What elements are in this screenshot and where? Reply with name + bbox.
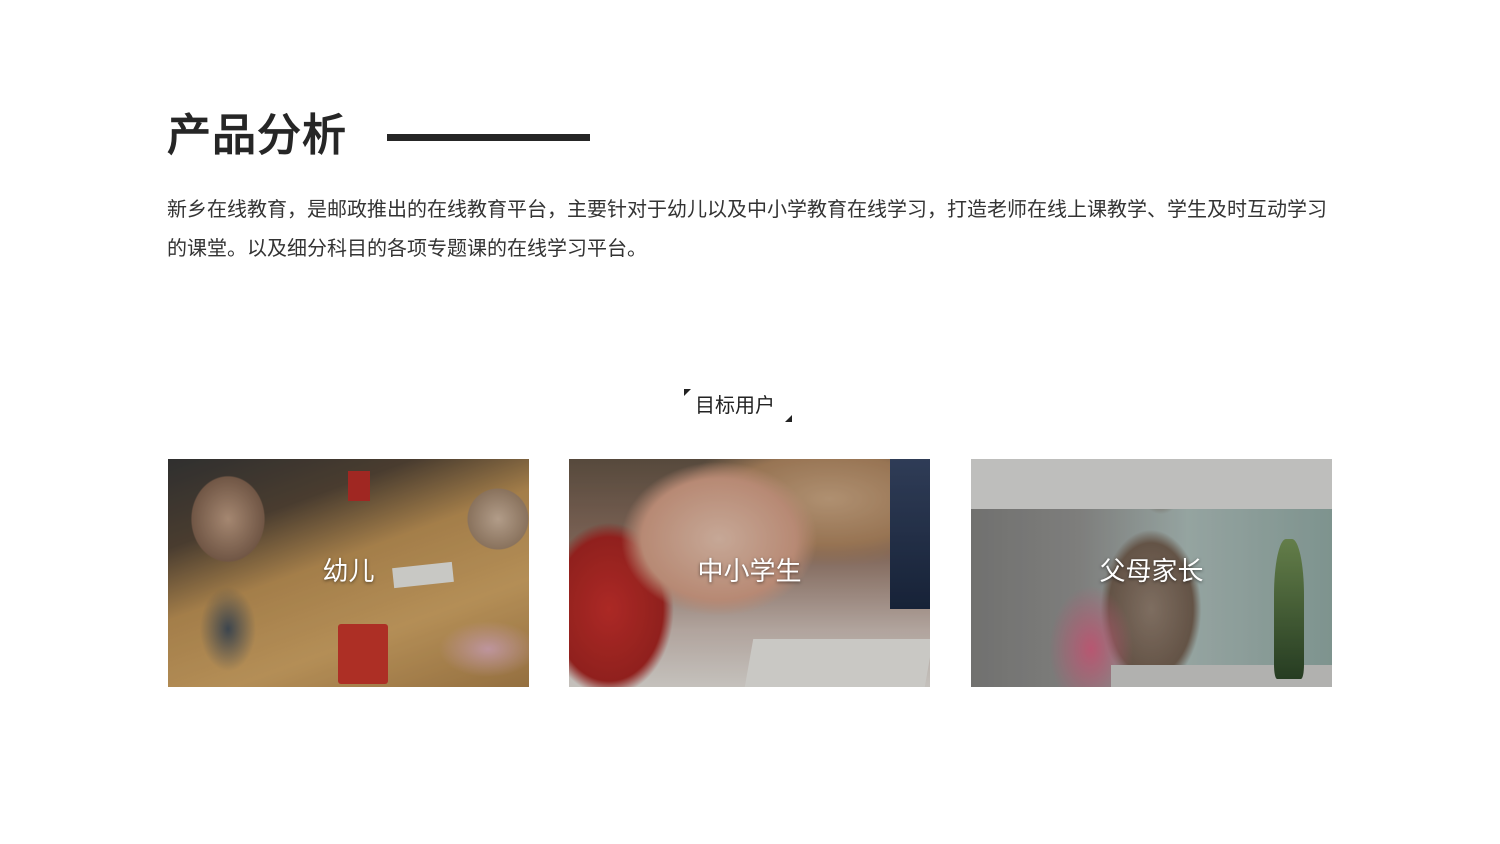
card-label: 父母家长 xyxy=(1099,557,1204,587)
corner-bracket-bottom-right xyxy=(785,415,792,422)
card-toddlers[interactable]: 幼儿 xyxy=(168,459,529,687)
section-label: 目标用户 xyxy=(695,393,775,417)
card-parents[interactable]: 父母家长 xyxy=(971,459,1332,687)
page-title: 产品分析 xyxy=(167,110,347,161)
intro-paragraph: 新乡在线教育，是邮政推出的在线教育平台，主要针对于幼儿以及中小学教育在线学习，打… xyxy=(167,197,1327,260)
title-underline-bar xyxy=(387,133,590,141)
card-students[interactable]: 中小学生 xyxy=(569,459,930,687)
target-user-cards: 幼儿 中小学生 父母家长 xyxy=(168,459,1332,687)
title-row: 产品分析 xyxy=(167,108,590,164)
section-heading: 目标用户 xyxy=(684,389,794,423)
corner-bracket-top-left xyxy=(684,389,691,396)
card-label: 中小学生 xyxy=(697,557,802,587)
card-label: 幼儿 xyxy=(322,557,375,587)
